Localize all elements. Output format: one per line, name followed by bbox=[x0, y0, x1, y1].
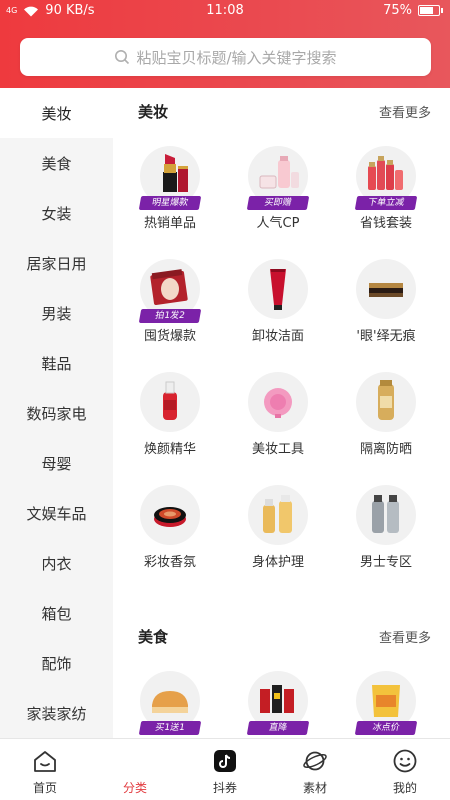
category-tile[interactable]: 明星爆款 热销单品 bbox=[116, 146, 224, 256]
section-header: 美食 查看更多 bbox=[113, 615, 450, 655]
cleansing-brush-icon bbox=[248, 372, 308, 432]
bottom-tab-bar: 首页 分类 抖券 素材 我的 bbox=[0, 738, 450, 800]
category-tile-label: 身体护理 bbox=[251, 555, 304, 570]
category-tile[interactable]: 男士专区 bbox=[332, 485, 440, 595]
category-tile[interactable]: 拍1发2 囤货爆款 bbox=[116, 259, 224, 369]
search-bar[interactable]: 粘贴宝贝标题/输入关键字搜索 bbox=[20, 38, 431, 76]
search-icon bbox=[115, 50, 130, 65]
search-input[interactable]: 粘贴宝贝标题/输入关键字搜索 bbox=[136, 47, 336, 68]
section-header: 美妆 查看更多 bbox=[113, 90, 450, 130]
category-tile[interactable]: 焕颜精华 bbox=[116, 372, 224, 482]
sidebar-item[interactable]: 配饰 bbox=[0, 638, 113, 688]
promo-badge: 买1送1 bbox=[138, 721, 202, 735]
sidebar-item[interactable]: 鞋品 bbox=[0, 338, 113, 388]
sidebar-item[interactable]: 美妆 bbox=[0, 88, 113, 138]
promo-badge: 下单立减 bbox=[354, 196, 418, 210]
view-more-link[interactable]: 查看更多 bbox=[379, 627, 431, 646]
category-tile-label: 热销单品 bbox=[143, 216, 196, 231]
category-tile[interactable]: 美妆工具 bbox=[224, 372, 332, 482]
category-tile[interactable]: 直降美味速食 bbox=[224, 671, 332, 738]
sidebar-item[interactable]: 女装 bbox=[0, 188, 113, 238]
planet-icon bbox=[303, 751, 327, 771]
tab-label: 首页 bbox=[32, 781, 57, 795]
category-tile-label: 焕颜精华 bbox=[143, 442, 196, 457]
sidebar-item[interactable]: 数码家电 bbox=[0, 388, 113, 438]
promo-badge: 明星爆款 bbox=[138, 196, 202, 210]
category-tile[interactable]: 冰点价休闲零食 bbox=[332, 671, 440, 738]
sidebar-item[interactable]: 居家日用 bbox=[0, 238, 113, 288]
sidebar-item[interactable]: 内衣 bbox=[0, 538, 113, 588]
category-tile[interactable]: 身体护理 bbox=[224, 485, 332, 595]
category-tile[interactable]: 隔离防晒 bbox=[332, 372, 440, 482]
view-more-link[interactable]: 查看更多 bbox=[379, 102, 431, 121]
tab-home[interactable]: 首页 bbox=[0, 739, 90, 800]
category-tile[interactable]: 卸妆洁面 bbox=[224, 259, 332, 369]
section-title: 美食 bbox=[138, 628, 169, 646]
sidebar-item[interactable]: 箱包 bbox=[0, 588, 113, 638]
category-content: 美妆 查看更多 明星爆款 热销单品 买即赠 人气CP 下单立减 省钱套装 拍1发2 囤货爆款 卸妆洁… bbox=[113, 88, 450, 738]
tab-label: 素材 bbox=[302, 781, 327, 795]
eye-cream-icon bbox=[356, 259, 416, 319]
category-tile[interactable]: 买1送1欢乐早餐 bbox=[116, 671, 224, 738]
tab-profile[interactable]: 我的 bbox=[360, 739, 450, 800]
category-sidebar: 美妆 美食 女装 居家日用 男装 鞋品 数码家电 母婴 文娱车品 内衣 箱包 配… bbox=[0, 88, 113, 738]
promo-badge: 直降 bbox=[246, 721, 310, 735]
home-icon bbox=[34, 751, 56, 772]
tab-label: 我的 bbox=[392, 781, 417, 795]
category-tile-label: 卸妆洁面 bbox=[251, 329, 304, 344]
sidebar-item[interactable]: 家装家纺 bbox=[0, 688, 113, 738]
category-tile[interactable]: 下单立减 省钱套装 bbox=[332, 146, 440, 256]
category-tile-label: 彩妆香氛 bbox=[143, 555, 196, 570]
cushion-compact-icon bbox=[140, 485, 200, 545]
category-tile[interactable]: 彩妆香氛 bbox=[116, 485, 224, 595]
sunscreen-icon bbox=[356, 372, 416, 432]
body-care-bottles-icon bbox=[248, 485, 308, 545]
section-title: 美妆 bbox=[138, 103, 169, 121]
category-tile[interactable]: '眼'绎无痕 bbox=[332, 259, 440, 369]
promo-badge: 买即赠 bbox=[246, 196, 310, 210]
tab-label: 抖券 bbox=[212, 781, 237, 795]
tab-label: 分类 bbox=[122, 781, 147, 795]
category-tile-label: 人气CP bbox=[256, 216, 300, 231]
status-bar: 4G 90 KB/s 11:08 75% bbox=[0, 0, 450, 24]
sidebar-item[interactable]: 文娱车品 bbox=[0, 488, 113, 538]
header-bar: 4G 90 KB/s 11:08 75% 粘贴宝贝标题/输入关键字搜索 bbox=[0, 0, 450, 96]
category-tile-label: '眼'绎无痕 bbox=[356, 329, 416, 344]
smiley-icon bbox=[393, 749, 417, 773]
category-tile-label: 省钱套装 bbox=[359, 216, 412, 231]
promo-badge: 拍1发2 bbox=[138, 309, 202, 323]
cleanser-tube-icon bbox=[248, 259, 308, 319]
category-tile-label: 囤货爆款 bbox=[143, 329, 196, 344]
category-tile-label: 男士专区 bbox=[359, 555, 412, 570]
douyin-icon bbox=[214, 750, 236, 772]
mens-care-bottles-icon bbox=[356, 485, 416, 545]
battery-percent: 75% bbox=[383, 3, 412, 18]
sidebar-item[interactable]: 男装 bbox=[0, 288, 113, 338]
battery-icon bbox=[418, 5, 443, 16]
tab-materials[interactable]: 素材 bbox=[270, 739, 360, 800]
sidebar-item[interactable]: 母婴 bbox=[0, 438, 113, 488]
sidebar-item[interactable]: 美食 bbox=[0, 138, 113, 188]
promo-badge: 冰点价 bbox=[354, 721, 418, 735]
category-tile-label: 美妆工具 bbox=[251, 442, 304, 457]
serum-bottle-icon bbox=[140, 372, 200, 432]
category-tile[interactable]: 买即赠人气CP bbox=[224, 146, 332, 256]
category-tile-label: 隔离防晒 bbox=[359, 442, 412, 457]
tab-category[interactable]: 分类 bbox=[90, 739, 180, 800]
tab-coupons[interactable]: 抖券 bbox=[180, 739, 270, 800]
